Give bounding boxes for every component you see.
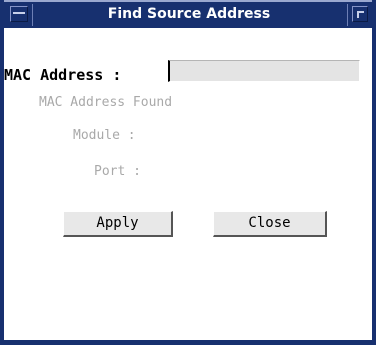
find-source-address-window: Find Source Address MAC Address : MAC Ad… — [0, 0, 376, 345]
port-label: Port : — [94, 164, 141, 179]
title-separator-right — [347, 4, 348, 26]
mac-address-label: MAC Address : — [4, 66, 122, 84]
title-separator-left — [32, 4, 33, 26]
dialog-body: MAC Address : MAC Address Found Module :… — [4, 28, 372, 340]
close-button[interactable]: Close — [213, 211, 327, 237]
window-menu-icon[interactable] — [10, 6, 28, 22]
window-menu-bar — [13, 12, 25, 14]
mac-address-found-label: MAC Address Found — [39, 95, 173, 110]
window-title: Find Source Address — [107, 6, 271, 22]
maximize-icon[interactable] — [352, 6, 368, 22]
apply-button[interactable]: Apply — [63, 211, 173, 237]
title-bar[interactable]: Find Source Address — [4, 0, 372, 28]
maximize-glyph — [357, 11, 364, 18]
module-label: Module : — [73, 128, 136, 143]
mac-address-input[interactable] — [168, 60, 360, 82]
